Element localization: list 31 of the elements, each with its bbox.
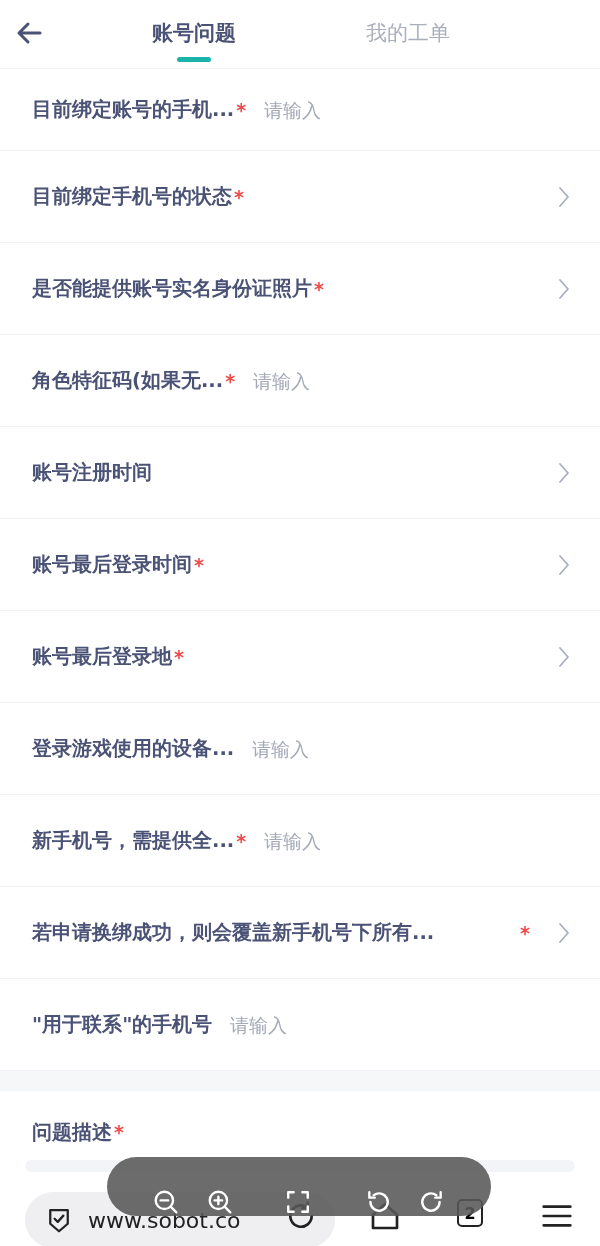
required-mark: *: [174, 645, 184, 668]
field-label: 角色特征码(如果无...: [32, 368, 224, 394]
required-mark: *: [234, 185, 244, 208]
input-field[interactable]: 请输入: [264, 98, 385, 121]
input-field[interactable]: 请输入: [253, 369, 374, 392]
field-label: 账号注册时间: [32, 460, 152, 486]
tab[interactable]: 账号问题: [152, 6, 236, 62]
field-label: 目前绑定账号的手机...: [32, 97, 235, 123]
input-field[interactable]: 请输入: [264, 829, 385, 852]
input-field[interactable]: 请输入: [230, 1013, 351, 1036]
required-mark: *: [225, 369, 236, 392]
field-label: 是否能提供账号实名身份证照片: [32, 276, 312, 302]
field-label: "用于联系"的手机号: [32, 1012, 213, 1038]
rotate-left-icon[interactable]: [365, 1189, 391, 1215]
rotate-right-icon[interactable]: [419, 1189, 445, 1215]
field-label: 账号最后登录时间: [32, 552, 192, 578]
field-label: 账号最后登录地: [32, 644, 172, 670]
field-label: 若申请换绑成功，则会覆盖新手机号下所有...: [32, 920, 435, 946]
field-label: 新手机号，需提供全...: [32, 828, 235, 854]
required-mark: *: [194, 553, 204, 576]
field-label: 问题描述: [32, 1121, 112, 1144]
required-mark: *: [236, 98, 247, 121]
input-field[interactable]: 请输入: [252, 737, 373, 760]
required-mark: *: [314, 277, 324, 300]
required-mark: *: [236, 829, 247, 852]
field-label: 登录游戏使用的设备...: [32, 736, 235, 762]
field-label: 目前绑定手机号的状态: [32, 184, 232, 210]
back-arrow-icon[interactable]: [16, 20, 44, 46]
required-mark: *: [114, 1121, 124, 1143]
fullscreen-icon[interactable]: [285, 1189, 311, 1215]
required-mark: *: [520, 921, 530, 944]
